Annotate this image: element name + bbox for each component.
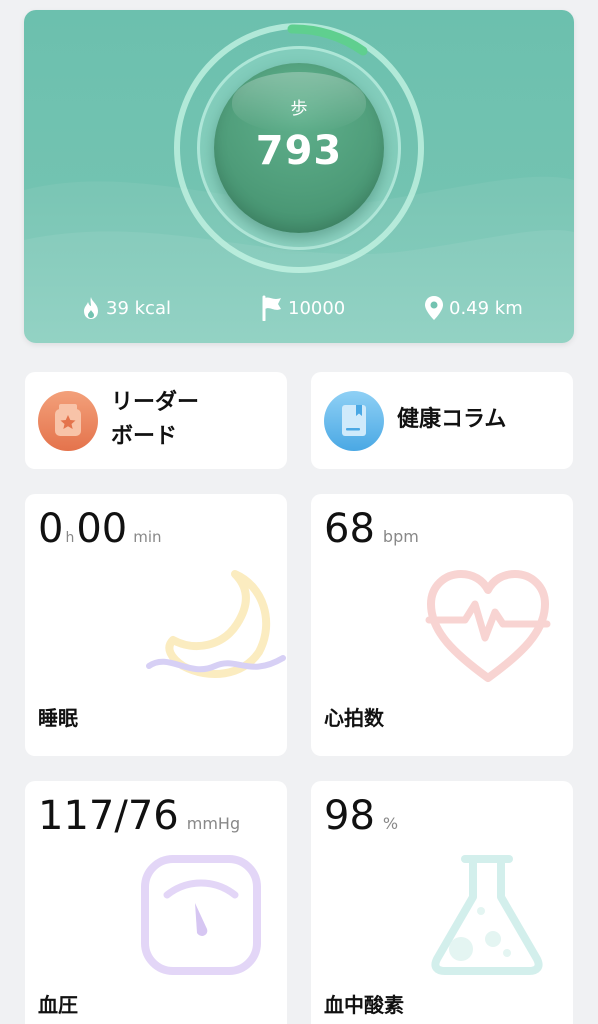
goal-value: 10000 xyxy=(288,297,346,319)
blood-oxygen-value: 98 xyxy=(324,793,375,839)
heart-rate-unit: bpm xyxy=(382,527,419,546)
health-column-label: 健康コラム xyxy=(397,407,507,432)
blood-oxygen-reading: 98 % xyxy=(324,793,398,839)
goal-stat: 10000 xyxy=(260,295,345,321)
calories-value: 39 kcal xyxy=(106,297,171,319)
heart-rate-reading: 68 bpm xyxy=(324,506,419,552)
activity-card[interactable]: 歩 793 39 kcal 10000 0.49 km xyxy=(24,10,574,343)
blood-pressure-unit: mmHg xyxy=(186,814,241,833)
sleep-title: 睡眠 xyxy=(38,706,78,730)
blood-oxygen-card[interactable]: 98 % 血中酸素 xyxy=(311,781,573,1024)
sleep-card[interactable]: 0 h 00 min 睡眠 xyxy=(25,494,287,756)
steps-unit-label: 歩 xyxy=(290,99,308,119)
sleep-hours-unit: h xyxy=(65,530,75,546)
blood-oxygen-title: 血中酸素 xyxy=(324,993,404,1017)
blood-pressure-title: 血圧 xyxy=(38,993,78,1017)
flame-icon xyxy=(84,297,98,319)
distance-value: 0.49 km xyxy=(449,297,523,319)
health-column-card[interactable]: 健康コラム xyxy=(311,372,573,469)
book-icon xyxy=(324,391,384,451)
leaderboard-card[interactable]: リーダー ボード xyxy=(25,372,287,469)
sleep-minutes-unit: min xyxy=(133,528,162,546)
blood-pressure-value: 117/76 xyxy=(38,793,179,839)
moon-icon xyxy=(146,570,286,679)
heart-rate-value: 68 xyxy=(324,506,375,552)
heart-rate-card[interactable]: 68 bpm 心拍数 xyxy=(311,494,573,756)
flag-icon xyxy=(262,295,281,321)
leaderboard-label: リーダー ボード xyxy=(111,390,200,449)
sleep-hours: 0 xyxy=(38,506,64,552)
flask-icon xyxy=(431,855,543,975)
sleep-minutes: 00 xyxy=(76,506,128,552)
calories-stat: 39 kcal xyxy=(80,295,171,321)
blood-pressure-reading: 117/76 mmHg xyxy=(38,793,240,839)
heart-pulse-icon xyxy=(425,570,551,682)
heart-rate-title: 心拍数 xyxy=(324,706,384,730)
location-pin-icon xyxy=(425,296,443,320)
blood-pressure-card[interactable]: 117/76 mmHg 血圧 xyxy=(25,781,287,1024)
trophy-badge-icon xyxy=(38,391,98,451)
blood-oxygen-unit: % xyxy=(382,814,399,833)
steps-count: 793 xyxy=(255,128,343,174)
gauge-icon xyxy=(141,855,261,975)
distance-stat: 0.49 km xyxy=(423,295,523,321)
sleep-duration: 0 h 00 min xyxy=(38,506,162,552)
